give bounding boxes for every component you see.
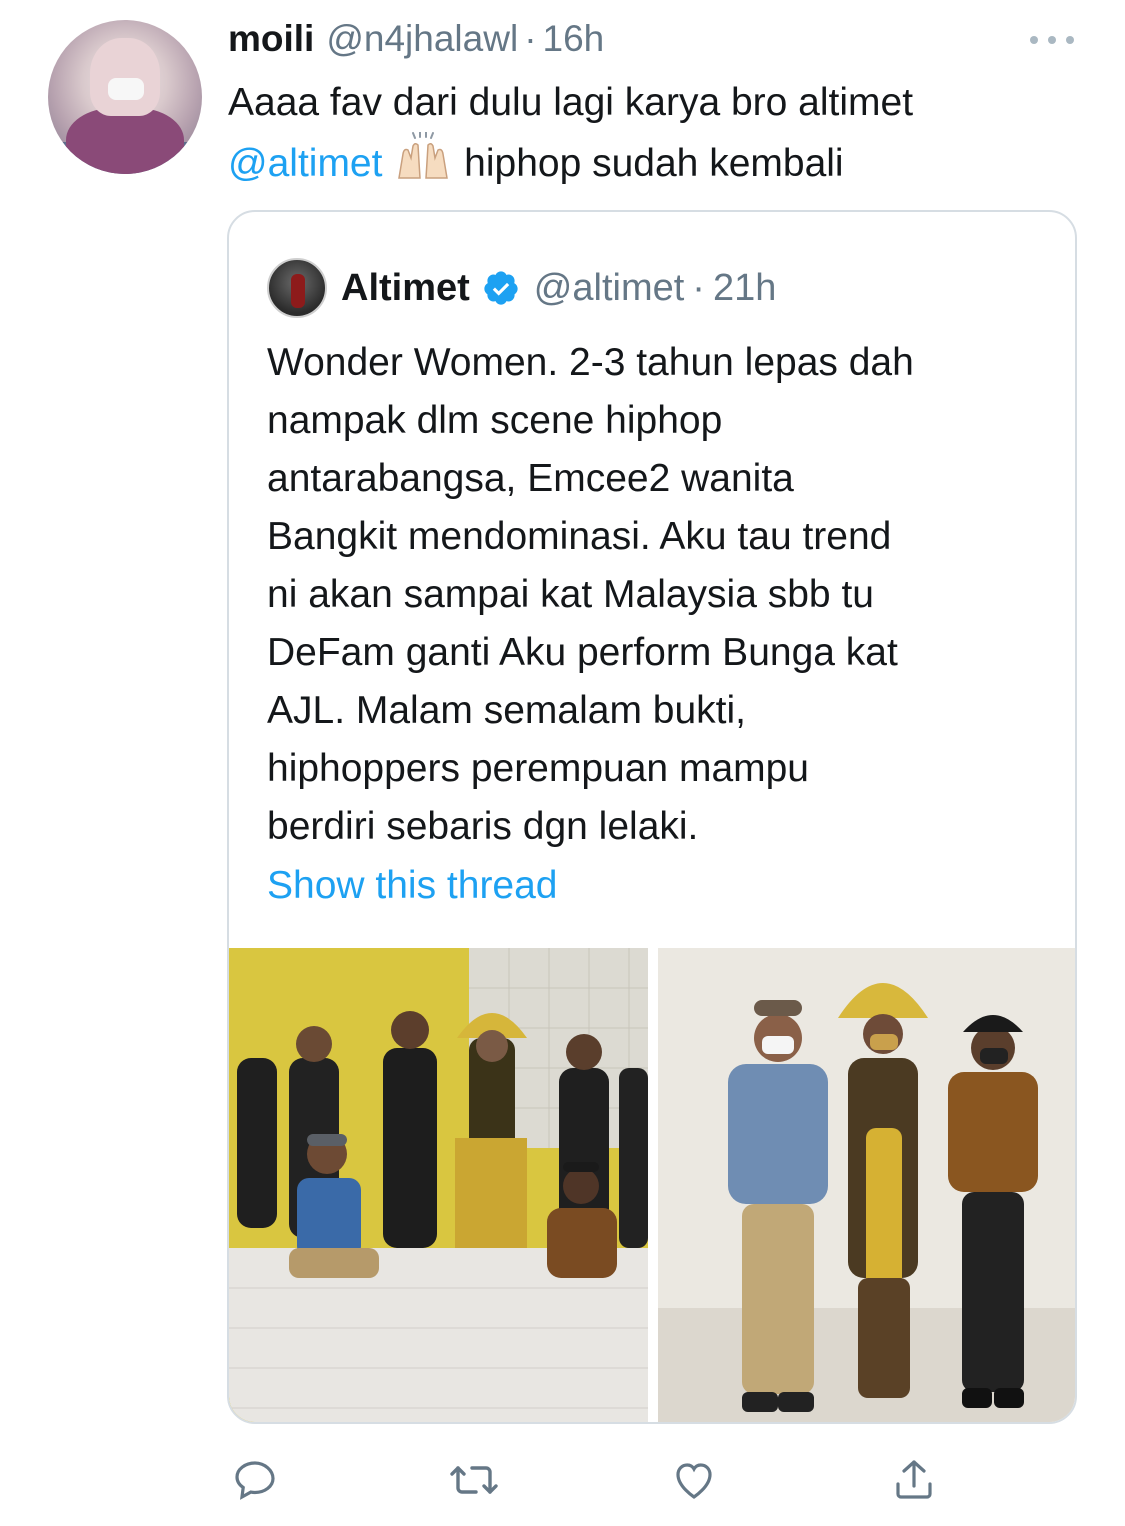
media-photo-2[interactable] <box>658 948 1075 1422</box>
more-dot <box>1030 36 1038 44</box>
raising-hands-emoji-icon <box>393 131 453 199</box>
quoted-text-line: Wonder Women. 2-3 tahun lepas dah <box>267 341 914 384</box>
author-avatar[interactable] <box>48 20 202 174</box>
tweet-actions-bar <box>0 1450 1125 1510</box>
quoted-author-display-name[interactable]: Altimet <box>341 267 470 310</box>
tweet-timestamp[interactable]: 16h <box>543 18 605 60</box>
avatar-hijab-shape <box>90 38 160 116</box>
author-display-name[interactable]: moili <box>228 18 314 60</box>
more-dot <box>1066 36 1074 44</box>
more-icon[interactable] <box>1030 32 1074 48</box>
reply-icon[interactable] <box>225 1450 285 1510</box>
retweet-icon[interactable] <box>444 1450 504 1510</box>
quoted-tweet-text: Wonder Women. 2-3 tahun lepas dah nampak… <box>267 334 1047 856</box>
tweet-text-line: Aaaa fav dari dulu lagi karya bro altime… <box>228 81 914 124</box>
tweet-header: moili @n4jhalawl · 16h <box>228 18 604 62</box>
verified-badge-icon <box>482 269 520 307</box>
like-icon[interactable] <box>664 1450 724 1510</box>
quoted-author-handle[interactable]: @altimet <box>534 267 685 310</box>
tweet-text: Aaaa fav dari dulu lagi karya bro altime… <box>228 74 1068 199</box>
avatar-body-shape <box>66 108 184 174</box>
quoted-tweet-timestamp[interactable]: 21h <box>713 267 776 310</box>
quoted-author-avatar[interactable] <box>267 258 327 318</box>
quoted-text-line: hiphoppers perempuan mampu <box>267 747 810 790</box>
quoted-text-line: DeFam ganti Aku perform Bunga kat <box>267 631 898 674</box>
more-dot <box>1048 36 1056 44</box>
avatar-mask-shape <box>108 78 144 100</box>
header-separator: · <box>692 266 705 309</box>
quoted-text-line: berdiri sebaris dgn lelaki. <box>267 805 699 848</box>
tweet-text-line: @altimet hiphop sudah kembali <box>228 131 1068 199</box>
quoted-text-line: Bangkit mendominasi. Aku tau trend <box>267 515 892 558</box>
author-handle[interactable]: @n4jhalawl <box>326 18 518 60</box>
quoted-text-line: AJL. Malam semalam bukti, <box>267 689 746 732</box>
mention-link[interactable]: @altimet <box>228 142 382 185</box>
tweet-text-rest: hiphop sudah kembali <box>464 142 844 185</box>
quoted-tweet-header: Altimet @altimet · 21h <box>341 258 776 318</box>
quoted-text-line: antarabangsa, Emcee2 wanita <box>267 457 794 500</box>
quoted-tweet-card[interactable]: Altimet @altimet · 21h Wonder Women. 2-3… <box>227 210 1077 1424</box>
share-icon[interactable] <box>884 1450 944 1510</box>
avatar-figure-shape <box>291 274 305 308</box>
media-grid <box>229 948 1075 1422</box>
header-separator: · <box>524 18 537 59</box>
show-thread-link[interactable]: Show this thread <box>267 864 558 908</box>
quoted-text-line: nampak dlm scene hiphop <box>267 399 723 442</box>
media-photo-1[interactable] <box>229 948 648 1422</box>
quoted-text-line: ni akan sampai kat Malaysia sbb tu <box>267 573 874 616</box>
